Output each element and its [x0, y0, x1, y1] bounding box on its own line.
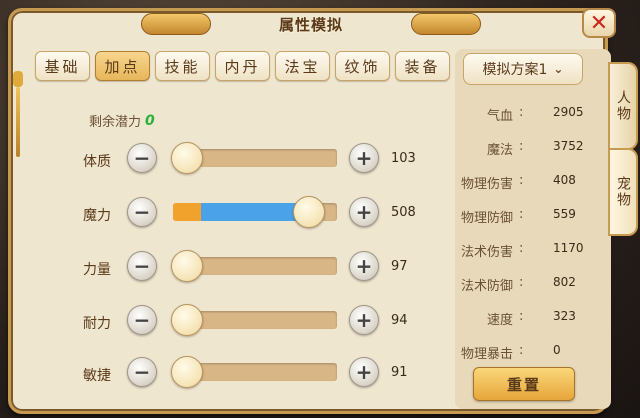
tab-bar: 基础 加点 技能 内丹 法宝 纹饰 装备 [35, 51, 450, 81]
decrease-magic-button[interactable]: − [127, 197, 157, 227]
decrease-endurance-button[interactable]: − [127, 305, 157, 335]
endurance-slider[interactable] [171, 304, 337, 336]
stat-value: 559 [553, 207, 576, 221]
attribute-value: 91 [391, 365, 408, 380]
stats-panel: 模拟方案1 ⌄ 气血 : 2905 魔法 : 3752 物理伤害 : 408 物… [455, 49, 611, 409]
attribute-label: 体质 [83, 154, 111, 170]
title-bar: 属性模拟 [141, 11, 481, 37]
minus-icon: − [133, 308, 151, 332]
close-button[interactable]: ✕ [582, 8, 616, 38]
remaining-potential-label: 剩余潜力 [89, 115, 142, 130]
title-ornament-left [141, 13, 211, 35]
stat-value: 1170 [553, 241, 584, 255]
plus-icon: + [355, 146, 373, 170]
stat-name: 物理暴击 [460, 347, 513, 362]
close-icon: ✕ [589, 10, 609, 36]
stat-value: 323 [553, 309, 576, 323]
stat-name: 气血 [486, 109, 513, 124]
stat-name: 物理伤害 [460, 177, 513, 192]
attribute-label: 力量 [83, 262, 111, 278]
slider-knob[interactable] [171, 304, 203, 336]
slider-knob[interactable] [171, 142, 203, 174]
slider-knob[interactable] [293, 196, 325, 228]
stat-name: 物理防御 [460, 211, 513, 226]
attribute-value: 94 [391, 313, 408, 328]
stat-name: 法术防御 [460, 279, 513, 294]
stat-value: 0 [553, 343, 561, 357]
stat-row: 物理暴击 : 0 [460, 343, 561, 362]
increase-magic-button[interactable]: + [349, 197, 379, 227]
stat-row: 气血 : 2905 [486, 105, 584, 124]
strength-slider[interactable] [171, 250, 337, 282]
scheme-dropdown[interactable]: 模拟方案1 ⌄ [463, 53, 583, 85]
window-title: 属性模拟 [278, 15, 343, 34]
plus-icon: + [355, 308, 373, 332]
stat-name: 魔法 [486, 143, 513, 158]
stat-row: 速度 : 323 [486, 309, 576, 328]
decrease-constitution-button[interactable]: − [127, 143, 157, 173]
attribute-row-agility: 敏捷 − + 91 [35, 356, 445, 391]
remaining-potential-value: 0 [145, 112, 155, 129]
tab-inner-core[interactable]: 内丹 [215, 51, 270, 81]
minus-icon: − [133, 200, 151, 224]
decrease-strength-button[interactable]: − [127, 251, 157, 281]
stat-row: 法术防御 : 802 [460, 275, 576, 294]
plus-icon: + [355, 200, 373, 224]
stat-value: 2905 [553, 105, 584, 119]
decrease-agility-button[interactable]: − [127, 357, 157, 387]
stat-value: 3752 [553, 139, 584, 153]
attribute-row-strength: 力量 − + 97 [35, 250, 445, 285]
attribute-row-endurance: 耐力 − + 94 [35, 304, 445, 339]
agility-slider[interactable] [171, 356, 337, 388]
stat-value: 802 [553, 275, 576, 289]
stat-value: 408 [553, 173, 576, 187]
side-tab-pet[interactable]: 宠物 [608, 148, 638, 236]
stat-name: 法术伤害 [460, 245, 513, 260]
attribute-value: 97 [391, 259, 408, 274]
increase-agility-button[interactable]: + [349, 357, 379, 387]
attribute-simulation-panel: 属性模拟 基础 加点 技能 内丹 法宝 纹饰 装备 剩余潜力 0 体质 − + … [8, 8, 611, 414]
increase-strength-button[interactable]: + [349, 251, 379, 281]
attribute-label: 敏捷 [83, 368, 111, 384]
base-points-fill [173, 203, 201, 221]
slider-knob[interactable] [171, 356, 203, 388]
reset-button[interactable]: 重置 [473, 367, 575, 401]
stat-row: 法术伤害 : 1170 [460, 241, 584, 260]
tab-skills[interactable]: 技能 [155, 51, 210, 81]
increase-constitution-button[interactable]: + [349, 143, 379, 173]
side-tab-character[interactable]: 人物 [608, 62, 638, 150]
attribute-row-constitution: 体质 − + 103 [35, 142, 445, 177]
stat-name: 速度 [486, 313, 513, 328]
tab-equipment[interactable]: 装备 [395, 51, 450, 81]
stat-row: 魔法 : 3752 [486, 139, 584, 158]
plus-icon: + [355, 360, 373, 384]
attribute-value: 508 [391, 205, 416, 220]
minus-icon: − [133, 146, 151, 170]
minus-icon: − [133, 254, 151, 278]
scheme-selected-label: 模拟方案1 [482, 62, 548, 78]
magic-slider[interactable] [173, 196, 337, 228]
slider-knob[interactable] [171, 250, 203, 282]
plus-icon: + [355, 254, 373, 278]
tab-add-points[interactable]: 加点 [95, 51, 150, 81]
stat-row: 物理防御 : 559 [460, 207, 576, 226]
tab-magic-treasure[interactable]: 法宝 [275, 51, 330, 81]
chevron-down-icon: ⌄ [553, 62, 564, 76]
attribute-row-magic: 魔力 − + 508 [35, 196, 445, 231]
tab-basic[interactable]: 基础 [35, 51, 90, 81]
attribute-label: 魔力 [83, 208, 111, 224]
points-area: 剩余潜力 0 体质 − + 103 魔力 − + 508 力量 − + 97 耐… [35, 91, 445, 411]
attribute-value: 103 [391, 151, 416, 166]
tassel-ornament [11, 71, 25, 161]
title-ornament-right [411, 13, 481, 35]
increase-endurance-button[interactable]: + [349, 305, 379, 335]
remaining-potential: 剩余潜力 0 [89, 111, 155, 131]
minus-icon: − [133, 360, 151, 384]
attribute-label: 耐力 [83, 316, 111, 332]
stat-row: 物理伤害 : 408 [460, 173, 576, 192]
constitution-slider[interactable] [171, 142, 337, 174]
tab-ornament[interactable]: 纹饰 [335, 51, 390, 81]
